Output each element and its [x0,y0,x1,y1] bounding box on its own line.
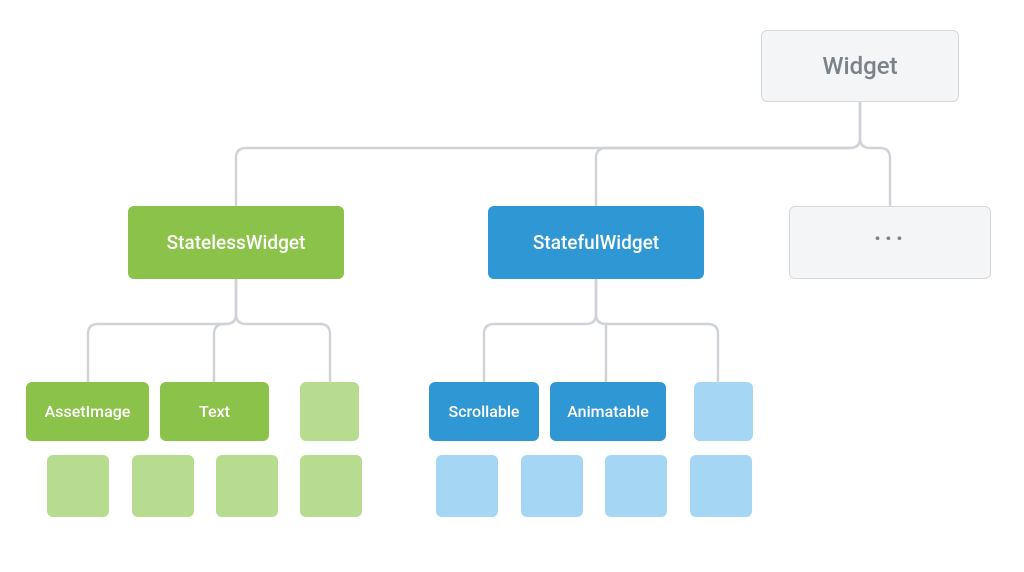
node-animatable: Animatable [550,382,666,441]
node-more: ··· [789,206,991,279]
node-asset-image: AssetImage [26,382,149,441]
node-stateful-placeholder [690,455,752,517]
node-stateless-widget-label: StatelessWidget [167,231,306,254]
node-text: Text [160,382,269,441]
node-text-label: Text [199,402,230,421]
node-scrollable: Scrollable [429,382,539,441]
node-stateless-placeholder [300,455,362,517]
node-scrollable-label: Scrollable [449,402,520,421]
node-stateless-placeholder [132,455,194,517]
node-stateful-placeholder [605,455,667,517]
node-animatable-label: Animatable [567,402,649,421]
node-stateless-placeholder [216,455,278,517]
node-widget-label: Widget [822,52,897,80]
node-stateless-placeholder [300,382,359,441]
node-more-label: ··· [874,239,907,247]
node-stateless-placeholder [47,455,109,517]
node-stateful-placeholder [521,455,583,517]
node-asset-image-label: AssetImage [45,402,131,421]
node-stateful-placeholder [694,382,753,441]
node-stateful-widget-label: StatefulWidget [533,231,659,254]
node-stateful-placeholder [436,455,498,517]
node-stateful-widget: StatefulWidget [488,206,704,279]
node-widget: Widget [761,30,959,102]
node-stateless-widget: StatelessWidget [128,206,344,279]
